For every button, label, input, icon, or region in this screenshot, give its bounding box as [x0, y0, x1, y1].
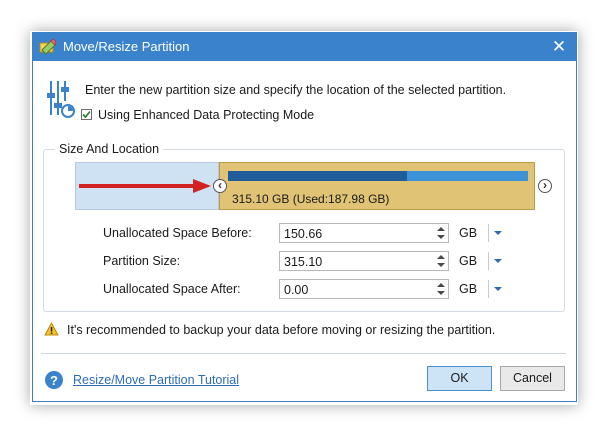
move-resize-dialog: Move/Resize Partition ✕ Enter the new pa…: [32, 32, 577, 402]
instruction-text: Enter the new partition size and specify…: [85, 83, 507, 97]
unallocated-before-label: Unallocated Space Before:: [103, 226, 252, 240]
help-icon[interactable]: ?: [44, 370, 64, 390]
unit-dropdown-icon[interactable]: [493, 228, 503, 238]
unallocated-after-value[interactable]: 0.00: [284, 283, 308, 297]
window-title: Move/Resize Partition: [63, 39, 190, 54]
unallocated-before-spinner[interactable]: [435, 225, 447, 241]
unit-separator: [488, 252, 489, 270]
footer-divider: [41, 353, 566, 354]
unallocated-after-unit: GB: [459, 282, 478, 296]
unallocated-before-unit: GB: [459, 226, 478, 240]
close-icon: ✕: [551, 37, 567, 56]
left-resize-handle[interactable]: ‹: [213, 178, 227, 193]
svg-text:?: ?: [50, 373, 58, 388]
partition-size-field-label: Partition Size:: [103, 254, 181, 268]
partition-used-fill: [228, 171, 408, 181]
close-button[interactable]: ✕: [548, 36, 570, 58]
partition-block[interactable]: 315.10 GB (Used:187.98 GB): [219, 162, 535, 210]
warning-icon: [44, 322, 59, 336]
unallocated-before-input[interactable]: 150.66: [279, 223, 449, 243]
spin-down-icon[interactable]: [435, 233, 447, 241]
spin-down-icon[interactable]: [435, 261, 447, 269]
partition-size-value[interactable]: 315.10: [284, 255, 322, 269]
red-arrow-annotation: [79, 179, 211, 193]
right-resize-handle[interactable]: ›: [538, 178, 552, 193]
unit-dropdown-icon[interactable]: [493, 284, 503, 294]
partition-size-unit: GB: [459, 254, 478, 268]
enhanced-protection-checkbox[interactable]: [81, 109, 92, 120]
partition-size-label: 315.10 GB (Used:187.98 GB): [232, 192, 390, 206]
unallocated-before-value[interactable]: 150.66: [284, 227, 322, 241]
spin-up-icon[interactable]: [435, 225, 447, 233]
backup-warning-text: It's recommended to backup your data bef…: [67, 323, 496, 337]
chevron-right-icon: ›: [543, 178, 547, 192]
unit-separator: [488, 280, 489, 298]
unallocated-after-spinner[interactable]: [435, 281, 447, 297]
unit-dropdown-icon[interactable]: [493, 256, 503, 266]
partition-size-spinner[interactable]: [435, 253, 447, 269]
size-location-title: Size And Location: [55, 142, 164, 156]
ok-button[interactable]: OK: [427, 366, 492, 391]
cancel-button[interactable]: Cancel: [500, 366, 565, 391]
spin-up-icon[interactable]: [435, 253, 447, 261]
unallocated-after-input[interactable]: 0.00: [279, 279, 449, 299]
checkmark-icon: [82, 110, 91, 119]
chevron-left-icon: ‹: [218, 178, 222, 192]
partition-size-input[interactable]: 315.10: [279, 251, 449, 271]
partition-usage-bar: [228, 171, 528, 181]
spin-up-icon[interactable]: [435, 281, 447, 289]
enhanced-protection-label: Using Enhanced Data Protecting Mode: [98, 108, 315, 122]
unallocated-after-label: Unallocated Space After:: [103, 282, 241, 296]
sliders-icon: [47, 81, 75, 118]
spin-down-icon[interactable]: [435, 289, 447, 297]
title-bar[interactable]: Move/Resize Partition ✕: [33, 33, 576, 61]
tutorial-link[interactable]: Resize/Move Partition Tutorial: [73, 373, 239, 387]
unit-separator: [488, 224, 489, 242]
move-resize-icon: [39, 38, 57, 55]
